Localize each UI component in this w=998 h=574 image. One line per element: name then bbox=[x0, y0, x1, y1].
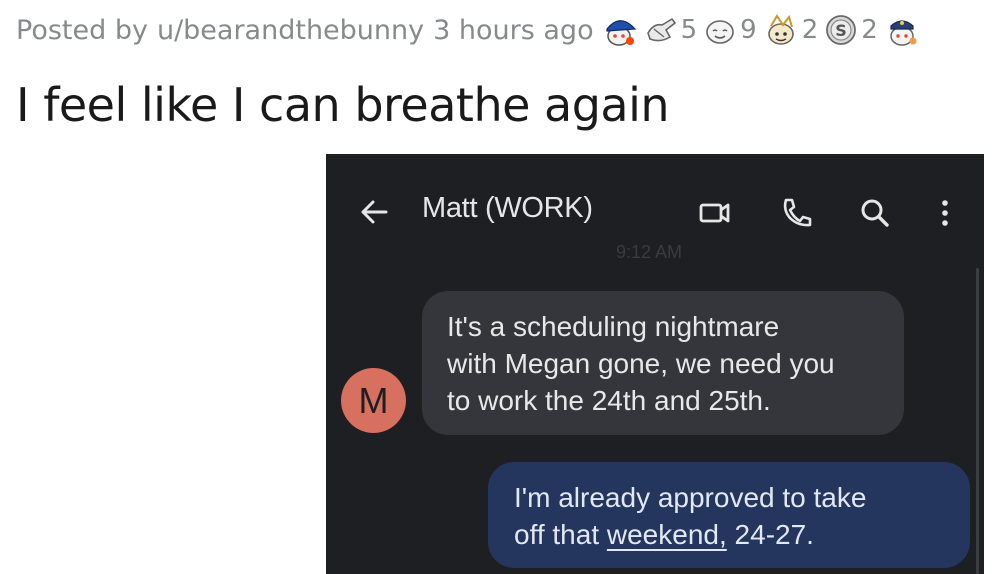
party-snoo-award[interactable]: 2 bbox=[763, 12, 819, 48]
captain-snoo-award[interactable] bbox=[884, 12, 920, 48]
conversation-header: Matt (WORK) 9:12 AM bbox=[326, 154, 984, 269]
blue-cap-snoo-award-icon bbox=[605, 20, 636, 46]
silver-coin-award[interactable]: S 2 bbox=[824, 13, 878, 47]
phone-icon[interactable] bbox=[778, 194, 816, 232]
posted-by-label: Posted by bbox=[16, 14, 148, 46]
svg-text:S: S bbox=[835, 21, 847, 40]
back-arrow-icon[interactable] bbox=[356, 194, 392, 230]
contact-name: Matt (WORK) bbox=[422, 192, 593, 224]
message-text: off that bbox=[514, 519, 607, 550]
message-timestamp: 9:12 AM bbox=[616, 242, 683, 262]
message-line: with Megan gone, we need you bbox=[447, 348, 835, 379]
award-count: 2 bbox=[801, 15, 819, 45]
search-icon[interactable] bbox=[856, 194, 894, 232]
outgoing-message-bubble[interactable]: I'm already approved to take off that we… bbox=[488, 462, 970, 568]
silver-coin-award-icon: S bbox=[826, 15, 857, 45]
author-link[interactable]: u/bearandthebunny bbox=[157, 15, 424, 46]
helping-hand-award[interactable]: 5 bbox=[644, 13, 698, 47]
message-line: It's a scheduling nightmare bbox=[447, 311, 780, 342]
award-count: 9 bbox=[740, 15, 757, 45]
post-time: 3 hours ago bbox=[433, 14, 594, 46]
party-snoo-award-icon bbox=[767, 14, 794, 45]
captain-snoo-award-icon bbox=[890, 20, 917, 46]
blue-cap-snoo-award[interactable] bbox=[602, 12, 638, 48]
message-text: 24-27. bbox=[726, 519, 814, 550]
message-line: off that weekend, 24-27. bbox=[514, 516, 950, 553]
message-screenshot: Matt (WORK) 9:12 AM M It's a scheduling … bbox=[326, 154, 984, 574]
award-count: 5 bbox=[680, 15, 698, 45]
incoming-message-bubble[interactable]: It's a scheduling nightmare with Megan g… bbox=[422, 291, 904, 435]
avatar[interactable]: M bbox=[341, 368, 406, 433]
wholesome-award[interactable]: 9 bbox=[703, 13, 757, 47]
post-meta: Posted by u/bearandthebunny 3 hours ago … bbox=[16, 10, 926, 50]
date-link[interactable]: weekend, bbox=[607, 519, 727, 550]
wholesome-award-icon bbox=[706, 20, 734, 44]
message-line: I'm already approved to take bbox=[514, 482, 867, 513]
message-line: to work the 24th and 25th. bbox=[447, 385, 771, 416]
scrollbar[interactable] bbox=[976, 268, 979, 574]
video-call-icon[interactable] bbox=[696, 194, 734, 232]
awards-row: 5 9 2 S 2 bbox=[602, 12, 926, 48]
more-options-icon[interactable] bbox=[926, 194, 964, 232]
award-count: 2 bbox=[861, 15, 878, 45]
helping-hand-award-icon bbox=[646, 17, 676, 42]
post-title[interactable]: I feel like I can breathe again bbox=[16, 78, 670, 132]
